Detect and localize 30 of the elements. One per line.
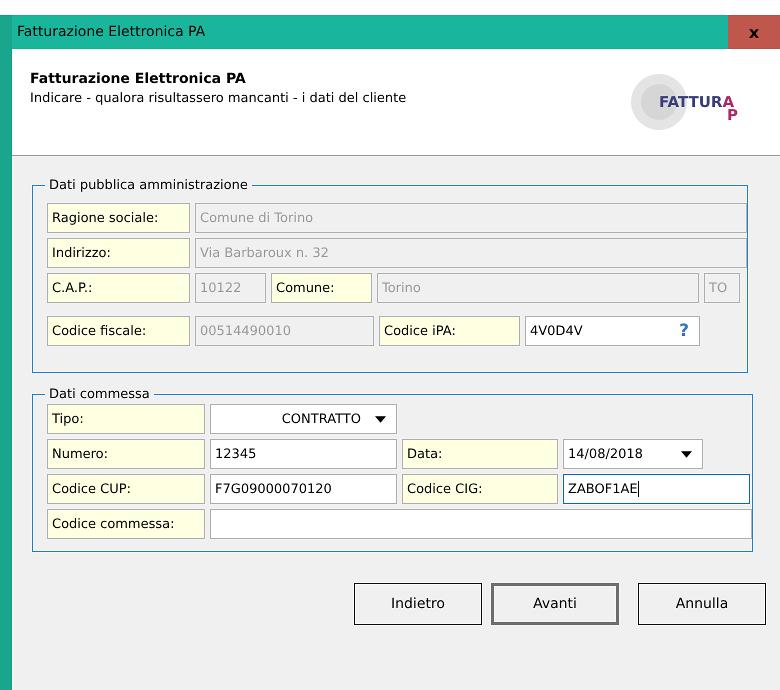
dropdown[interactable]: 14/08/2018 bbox=[563, 439, 703, 469]
text-field[interactable]: 4V0D4V ? bbox=[525, 316, 700, 346]
field-label: Tipo: bbox=[47, 404, 205, 434]
group-title: Dati pubblica amministrazione bbox=[48, 178, 249, 193]
field-label: C.A.P.: bbox=[47, 273, 190, 303]
field-label: Indirizzo: bbox=[47, 238, 190, 268]
window-title: Fatturazione Elettronica PA bbox=[16, 24, 206, 40]
field-label: Comune: bbox=[271, 273, 372, 303]
dropdown-arrow-icon bbox=[681, 450, 692, 458]
dialog-button[interactable]: Avanti bbox=[491, 583, 619, 625]
field-label: Ragione sociale: bbox=[47, 203, 190, 233]
field-label: Codice iPA: bbox=[379, 316, 520, 346]
field-label: Codice CIG: bbox=[402, 474, 558, 504]
text-field[interactable]: F7G09000070120 bbox=[210, 474, 397, 504]
field-label: Codice commessa: bbox=[47, 509, 205, 539]
text-field[interactable] bbox=[210, 509, 752, 539]
field-label: Codice CUP: bbox=[47, 474, 205, 504]
field-label: Codice fiscale: bbox=[47, 316, 190, 346]
field-label: Data: bbox=[402, 439, 558, 469]
dialog-button[interactable]: Annulla bbox=[638, 583, 766, 625]
field-label: Numero: bbox=[47, 439, 205, 469]
group-title: Dati commessa bbox=[48, 387, 151, 402]
dropdown-arrow-icon bbox=[375, 416, 386, 422]
close-button[interactable]: x bbox=[728, 15, 780, 49]
header-subtitle: Indicare - qualora risultassero mancanti - i dati del cliente bbox=[30, 90, 406, 106]
dialog-button[interactable]: Indietro bbox=[354, 583, 482, 625]
dropdown[interactable]: CONTRATTO bbox=[210, 404, 397, 434]
header-title: Fatturazione Elettronica PA bbox=[30, 70, 247, 86]
text-field[interactable]: 12345 bbox=[210, 439, 397, 469]
text-field[interactable]: ZABOF1AE bbox=[563, 474, 750, 504]
